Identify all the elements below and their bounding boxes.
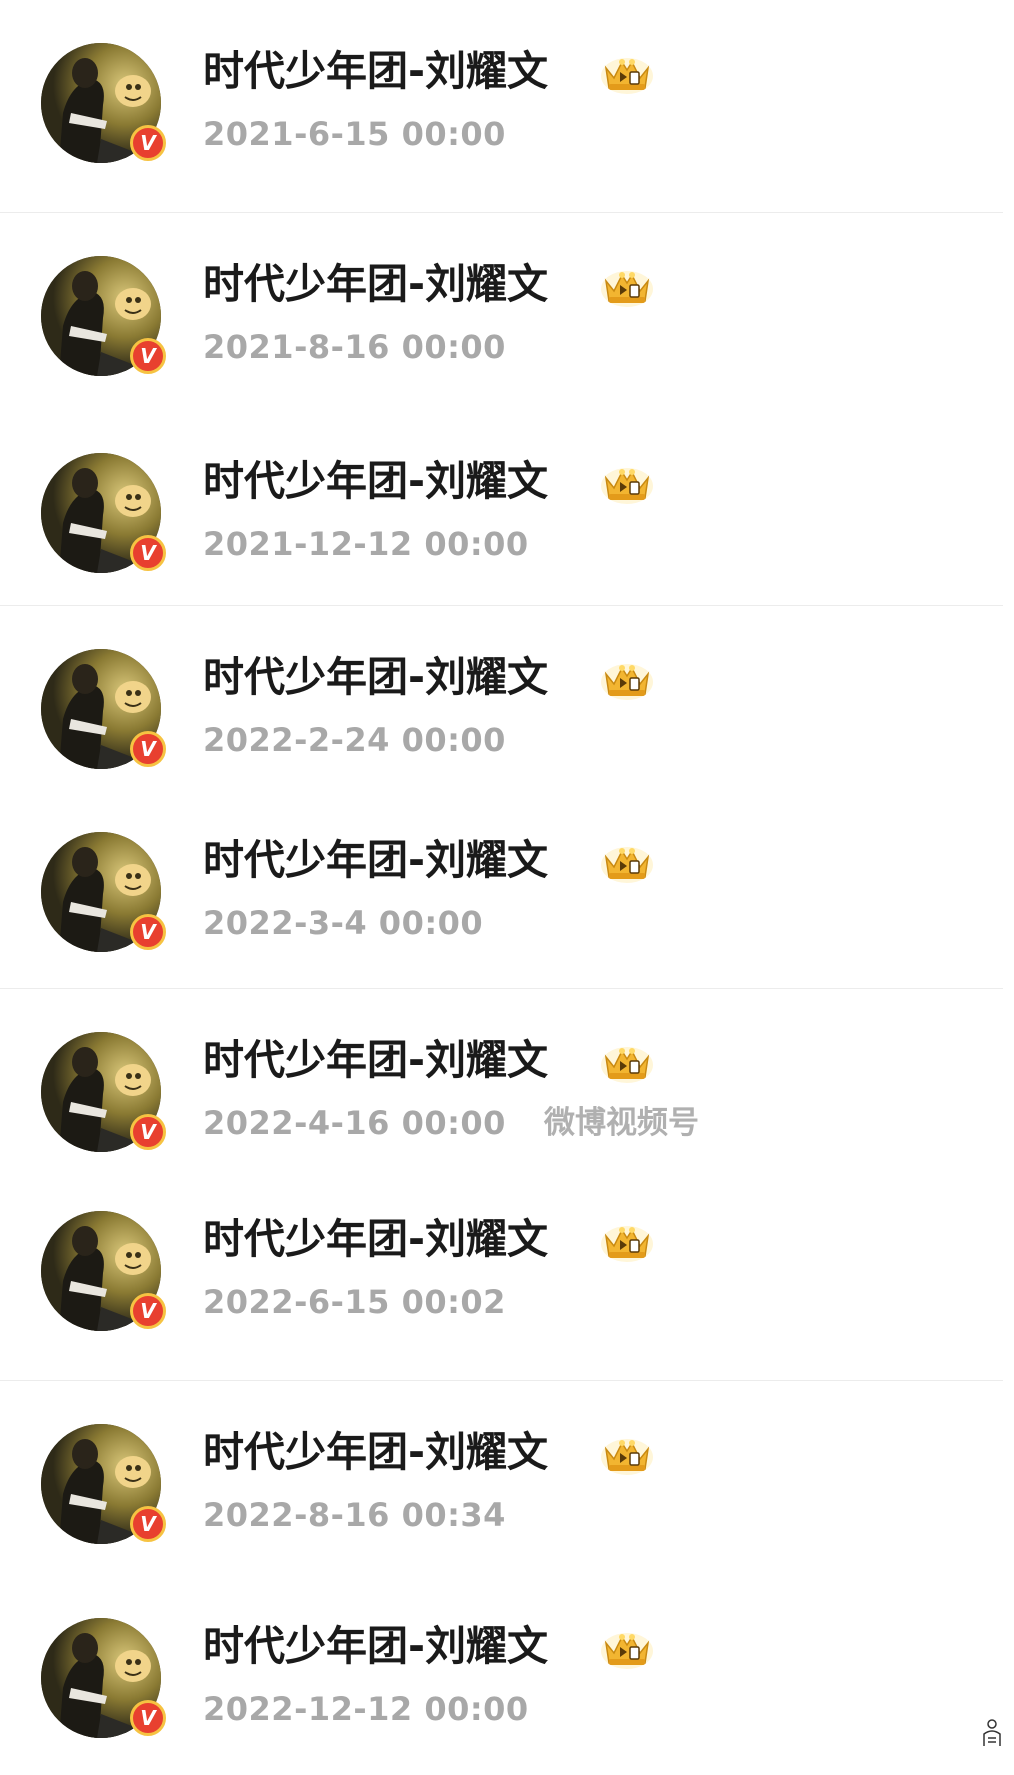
post-timestamp[interactable]: 2021-12-12 00:00 (203, 526, 529, 562)
username[interactable]: 时代少年团-刘耀文 (203, 1429, 548, 1475)
crown-icon (600, 263, 654, 309)
post-header: V 时代少年团-刘耀文 2022-12-12 00:00 (0, 1575, 1003, 1775)
username[interactable]: 时代少年团-刘耀文 (203, 1216, 548, 1262)
crown-icon (600, 1625, 654, 1671)
verified-badge-icon: V (130, 731, 166, 767)
post-header: V 时代少年团-刘耀文 2021-6-15 00:00 (0, 0, 1003, 200)
post-timestamp[interactable]: 2022-6-15 00:02 (203, 1284, 506, 1320)
username[interactable]: 时代少年团-刘耀文 (203, 458, 548, 504)
post-header: V 时代少年团-刘耀文 2022-3-4 00:00 (0, 789, 1003, 989)
username[interactable]: 时代少年团-刘耀文 (203, 1623, 548, 1669)
username[interactable]: 时代少年团-刘耀文 (203, 261, 548, 307)
post-timestamp[interactable]: 2022-2-24 00:00 (203, 722, 506, 758)
post-header: V 时代少年团-刘耀文 2022-8-16 00:34 (0, 1380, 1003, 1581)
crown-icon (600, 1431, 654, 1477)
crown-icon (600, 839, 654, 885)
username[interactable]: 时代少年团-刘耀文 (203, 654, 548, 700)
post-timestamp[interactable]: 2021-8-16 00:00 (203, 329, 506, 365)
username[interactable]: 时代少年团-刘耀文 (203, 1037, 548, 1083)
verified-badge-icon: V (130, 1506, 166, 1542)
post-source[interactable]: 微博视频号 (544, 1105, 699, 1141)
username[interactable]: 时代少年团-刘耀文 (203, 48, 548, 94)
crown-icon (600, 1039, 654, 1085)
post-list: V 时代少年团-刘耀文 2021-6-15 00:00 V 时代少年团-刘耀文 2021-… (0, 0, 1014, 1758)
verified-badge-icon: V (130, 1293, 166, 1329)
post-timestamp[interactable]: 2022-12-12 00:00 (203, 1691, 529, 1727)
verified-badge-icon: V (130, 914, 166, 950)
post-header: V 时代少年团-刘耀文 2021-8-16 00:00 (0, 212, 1003, 413)
post-header: V 时代少年团-刘耀文 2022-4-16 00:00 微博视频号 (0, 988, 1003, 1189)
post-timestamp[interactable]: 2022-4-16 00:00 (203, 1105, 506, 1141)
post-header: V 时代少年团-刘耀文 2021-12-12 00:00 (0, 410, 1003, 610)
crown-icon (600, 656, 654, 702)
verified-badge-icon: V (130, 1700, 166, 1736)
crown-icon (600, 460, 654, 506)
username[interactable]: 时代少年团-刘耀文 (203, 837, 548, 883)
post-timestamp[interactable]: 2022-8-16 00:34 (203, 1497, 506, 1533)
verified-badge-icon: V (130, 125, 166, 161)
post-timestamp[interactable]: 2022-3-4 00:00 (203, 905, 483, 941)
post-header: V 时代少年团-刘耀文 2022-2-24 00:00 (0, 605, 1003, 806)
watermark-icon (981, 1718, 1003, 1748)
verified-badge-icon: V (130, 1114, 166, 1150)
post-header: V 时代少年团-刘耀文 2022-6-15 00:02 (0, 1168, 1003, 1368)
crown-icon (600, 50, 654, 96)
verified-badge-icon: V (130, 535, 166, 571)
post-timestamp[interactable]: 2021-6-15 00:00 (203, 116, 506, 152)
verified-badge-icon: V (130, 338, 166, 374)
crown-icon (600, 1218, 654, 1264)
